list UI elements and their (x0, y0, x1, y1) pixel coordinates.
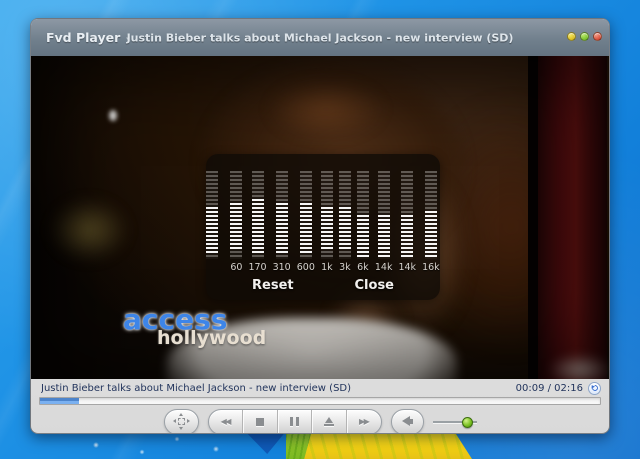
watermark: access hollywood (123, 306, 266, 348)
eq-band-1k[interactable]: 1k (320, 171, 333, 273)
eq-band-handle (275, 203, 288, 255)
seek-fill (40, 398, 80, 404)
eq-band-track[interactable] (251, 171, 264, 259)
fast-forward-button[interactable]: ▶▶ (345, 409, 381, 433)
eq-band-track[interactable] (377, 171, 390, 259)
eq-buttons: Reset Close (206, 278, 440, 293)
wallpaper-grass (286, 430, 312, 459)
rewind-button[interactable]: ◀◀ (209, 410, 243, 434)
eq-band-handle (206, 207, 219, 255)
eq-band-label: 3k (339, 262, 351, 273)
volume-button[interactable] (390, 408, 424, 433)
eq-band-track[interactable] (401, 171, 414, 259)
eq-band-handle (320, 207, 333, 251)
minimize-button[interactable] (567, 32, 576, 41)
app-menu-button[interactable]: Fvd Player ▾ (46, 30, 130, 45)
eq-band-preamp[interactable] (206, 171, 219, 273)
seek-bar[interactable] (39, 397, 601, 405)
equalizer-panel: 60 170 310 600 1k 3k 6k 14k 14k 16k Rese… (206, 154, 440, 300)
volume-slider[interactable] (432, 415, 477, 429)
wallpaper-yellow-field (286, 430, 472, 459)
eq-band-label: 1k (321, 262, 333, 273)
stop-button[interactable] (242, 409, 277, 433)
eq-band-label: 310 (272, 262, 291, 273)
transport-controls: ◀◀ ▶▶ (31, 406, 609, 434)
pause-icon (290, 417, 299, 426)
eq-band-handle (401, 215, 414, 259)
eject-icon (324, 417, 335, 426)
eq-band-track[interactable] (299, 171, 312, 259)
eq-bands: 60 170 310 600 1k 3k 6k 14k 14k 16k (206, 171, 440, 273)
pause-button[interactable] (276, 409, 312, 433)
app-name: Fvd Player (46, 30, 121, 45)
eq-band-handle (377, 215, 390, 259)
eq-band-label: 16k (422, 262, 440, 273)
eject-button[interactable] (311, 409, 346, 433)
maximize-button[interactable] (580, 32, 589, 41)
window-title: Justin Bieber talks about Michael Jackso… (126, 31, 514, 44)
video-area[interactable]: access hollywood 60 170 310 600 1k 3k 6k… (31, 56, 609, 379)
titlebar[interactable]: Fvd Player ▾ Justin Bieber talks about M… (31, 19, 609, 56)
eq-reset-button[interactable]: Reset (252, 278, 294, 293)
eq-band-16k[interactable]: 16k (422, 171, 440, 273)
eq-band-track[interactable] (424, 171, 437, 259)
eq-band-170[interactable]: 170 (248, 171, 267, 273)
eq-band-3k[interactable]: 3k (338, 171, 351, 273)
rewind-icon: ◀◀ (220, 416, 232, 426)
eq-band-600[interactable]: 600 (297, 171, 315, 273)
eq-band-track[interactable] (275, 171, 288, 259)
loop-button[interactable] (588, 381, 601, 395)
close-button[interactable] (593, 32, 602, 41)
eq-band-label: 600 (296, 262, 315, 273)
eq-band-track[interactable] (206, 171, 219, 259)
eq-band-handle (299, 203, 312, 255)
eq-band-handle (424, 211, 437, 259)
fullscreen-icon (172, 413, 190, 430)
now-playing-text: Justin Bieber talks about Michael Jackso… (41, 382, 352, 394)
eq-band-label: 170 (248, 262, 267, 273)
player-window: Fvd Player ▾ Justin Bieber talks about M… (30, 18, 610, 434)
seek-row (31, 395, 609, 406)
eq-band-60[interactable]: 60 (230, 171, 242, 273)
eq-band-6k[interactable]: 6k (356, 171, 369, 273)
volume-knob[interactable] (461, 416, 473, 428)
eq-band-track[interactable] (230, 171, 243, 259)
eq-band-310[interactable]: 310 (273, 171, 291, 273)
eq-close-button[interactable]: Close (355, 278, 394, 293)
eq-band-label: 6k (357, 262, 369, 273)
fast-forward-icon: ▶▶ (359, 416, 370, 426)
status-bar: Justin Bieber talks about Michael Jackso… (31, 379, 609, 395)
eq-band-14k[interactable]: 14k (374, 171, 393, 273)
window-controls (567, 32, 602, 41)
speaker-icon (401, 416, 414, 428)
eq-band-handle (230, 203, 243, 251)
stop-icon (255, 417, 264, 426)
eq-band-handle (356, 215, 369, 259)
eq-band-track[interactable] (320, 171, 333, 259)
eq-band-handle (338, 207, 351, 251)
eq-band-label: 60 (230, 262, 243, 273)
time-display: 00:09 / 02:16 (515, 382, 583, 394)
eq-band-track[interactable] (338, 171, 351, 259)
eq-band-track[interactable] (356, 171, 369, 259)
eq-band-label: 14k (398, 262, 417, 273)
fullscreen-button[interactable] (163, 408, 199, 433)
eq-band-handle (251, 199, 264, 255)
eq-band-14k2[interactable]: 14k (398, 171, 416, 273)
watermark-hollywood: hollywood (157, 327, 267, 349)
eq-band-label: 14k (374, 262, 393, 273)
transport-group: ◀◀ ▶▶ (207, 408, 382, 434)
